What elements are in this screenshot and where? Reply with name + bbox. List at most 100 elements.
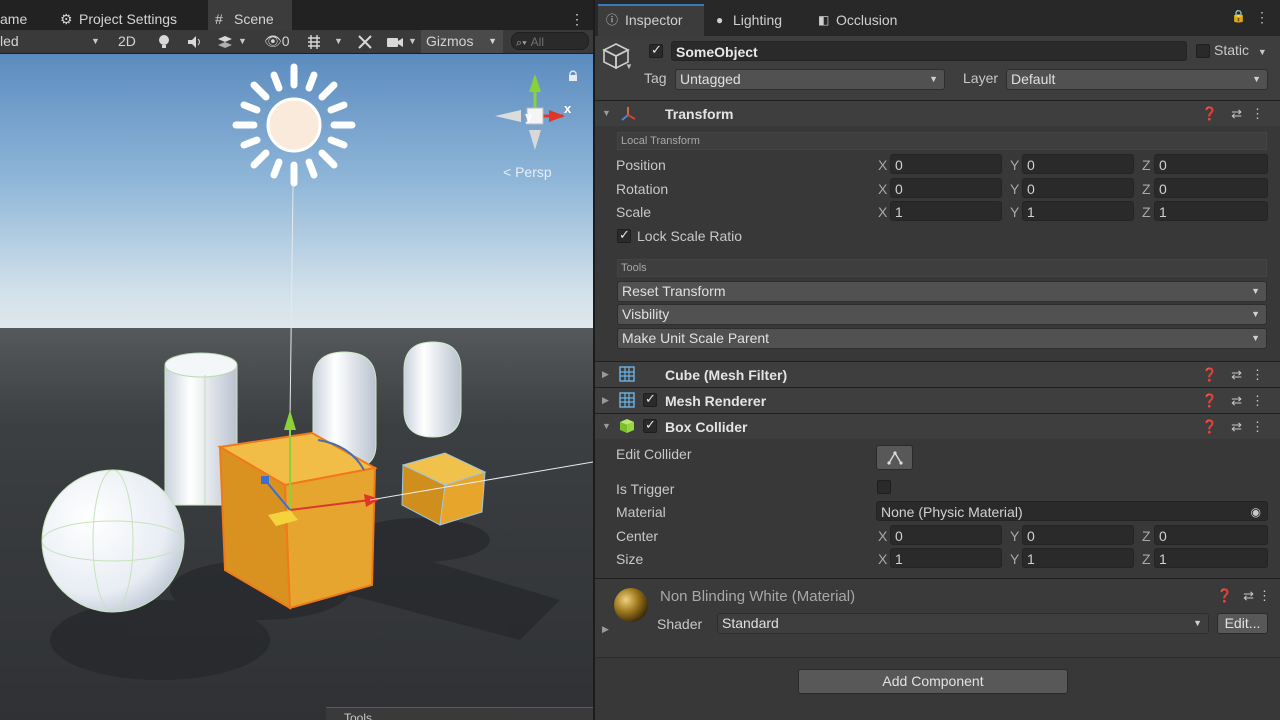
lock-icon[interactable]: 🔒 <box>1231 9 1246 23</box>
lock-scale-checkbox[interactable] <box>617 227 631 243</box>
center-x-field[interactable]: 0 <box>890 525 1002 545</box>
shader-edit-button[interactable]: Edit... <box>1217 613 1268 634</box>
more-menu-button[interactable]: ⋮ <box>570 0 584 30</box>
mesh-filter-title: Cube (Mesh Filter) <box>665 367 788 383</box>
mesh-filter-header[interactable]: ▶ Cube (Mesh Filter) ❓ ⇄ ⋮ <box>595 361 1280 387</box>
help-icon[interactable]: ❓ <box>1202 101 1218 126</box>
add-component-label: Add Component <box>882 673 984 689</box>
component-menu-icon[interactable]: ⋮ <box>1251 101 1264 126</box>
audio-toggle-icon[interactable] <box>187 30 203 53</box>
position-x-field[interactable]: 0 <box>890 154 1002 174</box>
presets-icon[interactable]: ⇄ <box>1231 388 1242 413</box>
object-picker-icon[interactable]: ◉ <box>1251 502 1261 522</box>
tools-overlay-panel[interactable]: Tools <box>326 707 593 720</box>
inspector-tab-bar: ⓘ Inspector ● Lighting ◧ Occlusion 🔒 ⋮ <box>595 0 1280 36</box>
center-y-field[interactable]: 0 <box>1022 525 1134 545</box>
tab-scene[interactable]: # Scene <box>208 0 292 30</box>
tab-lighting[interactable]: ● Lighting <box>713 6 813 36</box>
scale-x-value: 1 <box>895 204 903 220</box>
tools-toggle-icon[interactable] <box>357 30 373 53</box>
scene-search-input[interactable]: ⌕▾ All <box>511 32 589 50</box>
material-label: Material <box>616 504 666 520</box>
edit-collider-icon <box>886 451 903 465</box>
tag-dropdown[interactable]: Untagged ▼ <box>675 69 945 90</box>
effects-toggle-icon[interactable] <box>217 30 233 53</box>
mesh-renderer-enabled-checkbox[interactable] <box>643 391 657 407</box>
box-collider-title: Box Collider <box>665 419 748 435</box>
tab-game[interactable]: ame <box>0 0 50 30</box>
selected-cube-object[interactable] <box>217 431 378 610</box>
static-dropdown[interactable]: Static ▼ <box>1214 42 1267 58</box>
kebab-menu-icon[interactable]: ⋮ <box>1255 9 1269 26</box>
position-y-field[interactable]: 0 <box>1022 154 1134 174</box>
size-x-field[interactable]: 1 <box>890 548 1002 568</box>
size-z-field[interactable]: 1 <box>1154 548 1268 568</box>
size-y-field[interactable]: 1 <box>1022 548 1134 568</box>
center-z-field[interactable]: 0 <box>1154 525 1268 545</box>
position-z-axis: Z <box>1142 157 1151 173</box>
inspector-panel: ⓘ Inspector ● Lighting ◧ Occlusion 🔒 ⋮ ▼… <box>595 0 1280 720</box>
gizmos-dropdown[interactable]: Gizmos ▼ <box>421 30 503 53</box>
rotation-x-field[interactable]: 0 <box>890 178 1002 198</box>
make-unit-scale-parent-dropdown[interactable]: Make Unit Scale Parent ▼ <box>617 328 1267 349</box>
rotation-y-field[interactable]: 0 <box>1022 178 1134 198</box>
hidden-objects-toggle[interactable]: 👁0 <box>264 30 290 53</box>
position-z-field[interactable]: 0 <box>1154 154 1268 174</box>
tab-project-settings[interactable]: ⚙ Project Settings <box>58 0 208 30</box>
rotation-z-field[interactable]: 0 <box>1154 178 1268 198</box>
scene-toolbar: led ▼ 2D ▼ 👁0 ▼ ▼ Gizmos ▼ ⌕▾ All <box>0 30 593 54</box>
help-icon[interactable]: ❓ <box>1202 362 1218 387</box>
grid-toggle-icon[interactable] <box>306 30 322 53</box>
visibility-dropdown[interactable]: Visbility ▼ <box>617 304 1267 325</box>
material-preview-icon[interactable] <box>613 587 649 623</box>
help-icon[interactable]: ❓ <box>1217 583 1233 608</box>
reset-transform-dropdown[interactable]: Reset Transform ▼ <box>617 281 1267 302</box>
presets-icon[interactable]: ⇄ <box>1231 101 1242 126</box>
layer-dropdown[interactable]: Default ▼ <box>1006 69 1268 90</box>
box-collider-header[interactable]: ▼ Box Collider ❓ ⇄ ⋮ <box>595 413 1280 439</box>
camera-icon[interactable] <box>386 30 404 53</box>
shading-mode-dropdown[interactable]: led <box>0 30 19 53</box>
tab-inspector[interactable]: ⓘ Inspector <box>598 4 704 36</box>
presets-icon[interactable]: ⇄ <box>1231 362 1242 387</box>
chevron-down-icon: ▼ <box>1251 333 1260 343</box>
transform-header[interactable]: ▼ Transform ❓ ⇄ ⋮ <box>595 100 1280 126</box>
lighting-toggle-icon[interactable] <box>157 30 171 53</box>
toggle-2d-button[interactable]: 2D <box>118 30 136 53</box>
help-icon[interactable]: ❓ <box>1202 414 1218 439</box>
scale-y-field[interactable]: 1 <box>1022 201 1134 221</box>
presets-icon[interactable]: ⇄ <box>1243 583 1254 608</box>
local-transform-label: Local Transform <box>621 135 700 147</box>
chevron-down-icon[interactable]: ▼ <box>625 62 633 71</box>
is-trigger-checkbox[interactable] <box>877 480 891 494</box>
help-icon[interactable]: ❓ <box>1202 388 1218 413</box>
fold-closed-icon[interactable]: ▶ <box>602 624 609 635</box>
component-menu-icon[interactable]: ⋮ <box>1258 583 1271 608</box>
capsule-object-2[interactable] <box>403 341 462 438</box>
add-component-button[interactable]: Add Component <box>798 669 1068 694</box>
presets-icon[interactable]: ⇄ <box>1231 414 1242 439</box>
component-menu-icon[interactable]: ⋮ <box>1251 362 1264 387</box>
sphere-object[interactable] <box>41 469 185 613</box>
hidden-count: 0 <box>281 33 290 49</box>
projection-toggle[interactable]: < Persp <box>503 164 552 180</box>
tag-value: Untagged <box>680 71 741 87</box>
component-menu-icon[interactable]: ⋮ <box>1251 414 1264 439</box>
tools-section: Tools <box>617 259 1267 277</box>
mesh-renderer-header[interactable]: ▶ Mesh Renderer ❓ ⇄ ⋮ <box>595 387 1280 413</box>
box-collider-enabled-checkbox[interactable] <box>643 417 657 433</box>
shader-dropdown[interactable]: Standard ▼ <box>717 613 1209 634</box>
tab-occlusion[interactable]: ◧ Occlusion <box>817 6 917 36</box>
object-active-checkbox[interactable] <box>649 42 663 58</box>
scale-z-field[interactable]: 1 <box>1154 201 1268 221</box>
physic-material-field[interactable]: None (Physic Material) ◉ <box>876 501 1268 521</box>
tools-overlay-label: Tools <box>344 711 373 720</box>
scale-x-field[interactable]: 1 <box>890 201 1002 221</box>
center-y-axis: Y <box>1010 528 1020 544</box>
component-menu-icon[interactable]: ⋮ <box>1251 388 1264 413</box>
size-x-axis: X <box>878 551 888 567</box>
static-checkbox[interactable] <box>1196 44 1210 58</box>
edit-collider-button[interactable] <box>876 445 913 470</box>
object-name-field[interactable]: SomeObject <box>671 41 1187 61</box>
scene-viewport[interactable]: y x < Persp Tools <box>0 54 593 720</box>
